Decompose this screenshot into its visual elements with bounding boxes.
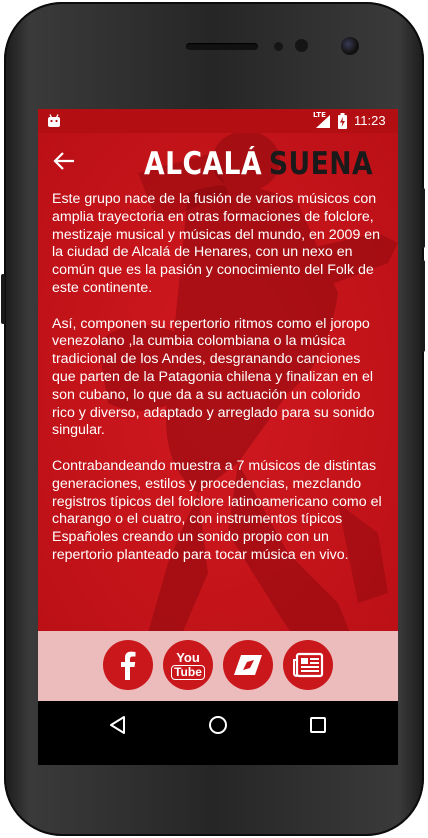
screen-bottom-bezel xyxy=(38,749,398,765)
app-toolbar: ALCALÁ SUENA xyxy=(38,133,398,189)
logo-text-alcala: ALCALÁ xyxy=(144,146,263,182)
blog-button[interactable] xyxy=(223,640,273,690)
lte-signal-icon xyxy=(316,115,330,128)
facebook-button[interactable] xyxy=(103,640,153,690)
screen: LTE 11:23 ALCALÁ SUENA Este grupo nace d… xyxy=(38,109,398,765)
earpiece-speaker xyxy=(186,43,258,50)
paragraph-3: Contrabandeando muestra a 7 músicos de d… xyxy=(52,457,382,563)
recents-square-icon[interactable] xyxy=(306,713,330,737)
facebook-icon xyxy=(121,651,136,680)
battery-charging-icon xyxy=(338,113,347,129)
blog-icon xyxy=(234,655,262,675)
description-text: Este grupo nace de la fusión de varios m… xyxy=(52,191,386,583)
back-triangle-icon[interactable] xyxy=(106,713,130,737)
navigation-bar xyxy=(38,701,398,749)
youtube-you: You xyxy=(176,649,200,665)
proximity-sensor xyxy=(274,42,283,51)
youtube-icon: You Tube xyxy=(171,649,205,680)
app-view: ALCALÁ SUENA Este grupo nace de la fusió… xyxy=(38,133,398,701)
android-notification-icon xyxy=(48,114,60,127)
social-links-bar: You Tube xyxy=(38,631,398,701)
volume-button-lower xyxy=(421,260,425,352)
front-camera xyxy=(341,37,359,55)
status-time: 11:23 xyxy=(354,113,386,128)
status-bar: LTE 11:23 xyxy=(38,109,398,133)
paragraph-2: Así, componen su repertorio ritmos como … xyxy=(52,315,375,439)
logo-text-suena: SUENA xyxy=(268,146,374,182)
phone-frame: LTE 11:23 ALCALÁ SUENA Este grupo nace d… xyxy=(1,2,425,836)
news-button[interactable] xyxy=(283,640,333,690)
arrow-left-icon[interactable] xyxy=(50,149,78,173)
light-sensor xyxy=(295,39,308,52)
youtube-button[interactable]: You Tube xyxy=(163,640,213,690)
app-logo: ALCALÁ SUENA xyxy=(144,146,374,182)
power-button xyxy=(1,274,5,324)
home-circle-icon[interactable] xyxy=(206,713,230,737)
youtube-tube: Tube xyxy=(171,664,205,680)
paragraph-1: Este grupo nace de la fusión de varios m… xyxy=(52,191,381,296)
volume-button xyxy=(421,188,425,248)
news-icon xyxy=(293,652,324,678)
